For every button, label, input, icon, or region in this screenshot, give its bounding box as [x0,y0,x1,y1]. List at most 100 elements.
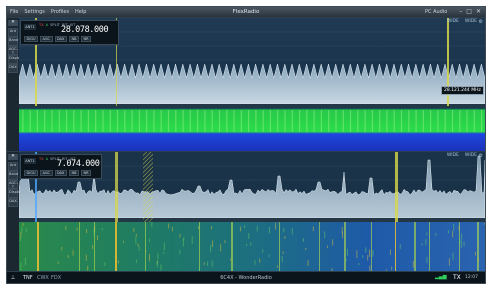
filter-passband[interactable] [143,152,153,222]
waterfall-1-streak [481,110,483,132]
waterfall-2-streak [145,222,146,272]
waterfall-2-speckle [362,255,364,258]
panadapter-1: ✕ Ant Band AGC-T Display DAX ANT1 TX A S… [7,17,485,151]
waterfall-2-speckle [135,237,137,245]
pan2-btn-agc[interactable]: AGC-T [8,180,18,189]
waterfall-2-speckle [20,262,22,271]
slice-1-split[interactable]: SPLIT [50,23,60,27]
waterfall-2-speckle [367,255,369,261]
slice-1-letter: A [45,23,49,27]
slice-1-nr[interactable]: NR [80,36,92,42]
waterfall-2-speckle [151,222,153,227]
waterfall-2-speckle [389,249,391,255]
pan1-wide-label-b[interactable]: WIDE [465,19,477,24]
waterfall-2-streak [429,222,430,272]
waterfall-2-speckle [459,239,461,244]
waterfall-2-speckle [104,262,106,267]
maximize-button[interactable]: □ [466,8,472,15]
slice-2-antenna[interactable]: ANT1 [24,158,36,164]
pan2-btn-ant[interactable]: Ant [8,162,18,171]
waterfall-2-speckle [149,238,150,242]
waterfall-2-speckle [268,254,270,258]
waterfall-1-streak [218,110,221,132]
waterfall-2-speckle [93,228,95,236]
waterfall-2-streak [319,222,320,272]
close-pan-2-icon[interactable]: ✕ [8,154,18,160]
slice-1-frequency[interactable]: 28.078.000 [61,25,109,35]
waterfall-2-speckle [372,250,374,257]
waterfall-2-speckle [211,226,212,230]
slice-2-letter: A [45,157,49,161]
waterfall-2-streak [115,222,117,272]
slice-1-tx-flag[interactable]: TX [39,23,44,27]
waterfall-2-speckle [211,260,213,268]
pan1-btn-display[interactable]: Display [8,55,22,64]
pan1-btn-dax[interactable]: DAX [8,64,18,73]
waterfall-1-streak [284,110,286,132]
slice-2c-marker[interactable] [395,152,398,222]
signal-bars-icon: ▂▄▆ [435,274,447,280]
waterfall-2-speckle [452,230,454,238]
pan2-settings-icon[interactable]: ⚙ [479,153,483,159]
waterfall-1-streak [131,110,133,132]
pan2-btn-band[interactable]: Band [8,171,18,180]
waterfall-2-streak [414,222,416,272]
slice-1-mode[interactable]: DIGU [24,36,39,42]
slice-2-frequency[interactable]: 7.074.000 [57,159,100,169]
slice-2-nr[interactable]: NR [80,170,92,176]
waterfall-2-speckle [426,232,428,236]
slice-2-tx-flag[interactable]: TX [39,157,44,161]
title-bar: File Settings Profiles Help FlexRadio PC… [7,7,485,17]
pan2-btn-display[interactable]: Display [8,189,22,198]
waterfall-2-speckle [86,229,87,234]
waterfall-2-speckle [136,259,138,263]
slice-2-agc[interactable]: AGC [40,170,53,176]
status-tx-indicator[interactable]: TX [453,274,461,281]
close-button[interactable]: ✕ [476,8,481,15]
slice-2-dax[interactable]: DAX [54,170,67,176]
waterfall-1-streak [146,110,148,132]
minimize-button[interactable]: – [459,8,462,15]
slice-1-flag[interactable]: ANT1 TX A SPLIT RIT XIT 28.078.000 DIGU … [20,20,119,45]
pc-audio-button[interactable]: PC Audio [425,9,447,15]
slice-2b-marker[interactable] [115,152,118,222]
waterfall-1-streak [277,110,279,132]
pan2-wide-label-b[interactable]: WIDE [465,153,477,158]
waterfall-1-streak [400,110,403,132]
slice-2-mode[interactable]: DIGU [24,170,39,176]
panadapter-2: ✕ Ant Band AGC-T Display DAX ANT1 TX A S… [7,151,485,272]
waterfall-2-speckle [453,223,455,231]
waterfall-1-streak [226,110,228,132]
waterfall-2-speckle [244,225,246,228]
slice-1-nb[interactable]: NB [68,36,79,42]
waterfall-2-speckle [97,235,98,241]
waterfall-2-speckle [179,249,181,254]
close-pan-1-icon[interactable]: ✕ [8,20,18,26]
pan1-wide-label-a[interactable]: WIDE [447,19,459,24]
waterfall-2-speckle [160,264,162,271]
waterfall-2-speckle [281,255,283,263]
waterfall-1-streak [262,110,264,132]
pan1-btn-ant[interactable]: Ant [8,28,18,37]
waterfall-1-streak [182,110,184,132]
waterfall-1-streak [415,110,417,132]
waterfall-1-streak [95,110,97,132]
slice-1-dax[interactable]: DAX [54,36,67,42]
slice-1-agc[interactable]: AGC [40,36,53,42]
pan1-btn-agc[interactable]: AGC-T [8,46,18,55]
waterfall-2-speckle [283,227,285,233]
waterfall-2-speckle [262,249,264,253]
slice-1-antenna[interactable]: ANT1 [24,24,36,30]
slice-2-nb[interactable]: NB [68,170,79,176]
waterfall-2-speckle [145,250,147,253]
waterfall-1-streak [248,110,250,132]
slice-2-flag[interactable]: ANT1 TX A SPLIT RIT XIT 7.074.000 DIGU A… [20,154,102,179]
waterfall-1-streak [189,110,191,132]
waterfall-1-streak [240,110,242,132]
pan2-btn-dax[interactable]: DAX [8,198,18,207]
status-radio-name: 6C4X - WonderRadio [220,275,272,281]
waterfall-1-streak [459,110,461,132]
pan1-btn-band[interactable]: Band [8,37,18,46]
pan1-settings-icon[interactable]: ⚙ [479,19,483,25]
pan2-wide-label-a[interactable]: WIDE [447,153,459,158]
